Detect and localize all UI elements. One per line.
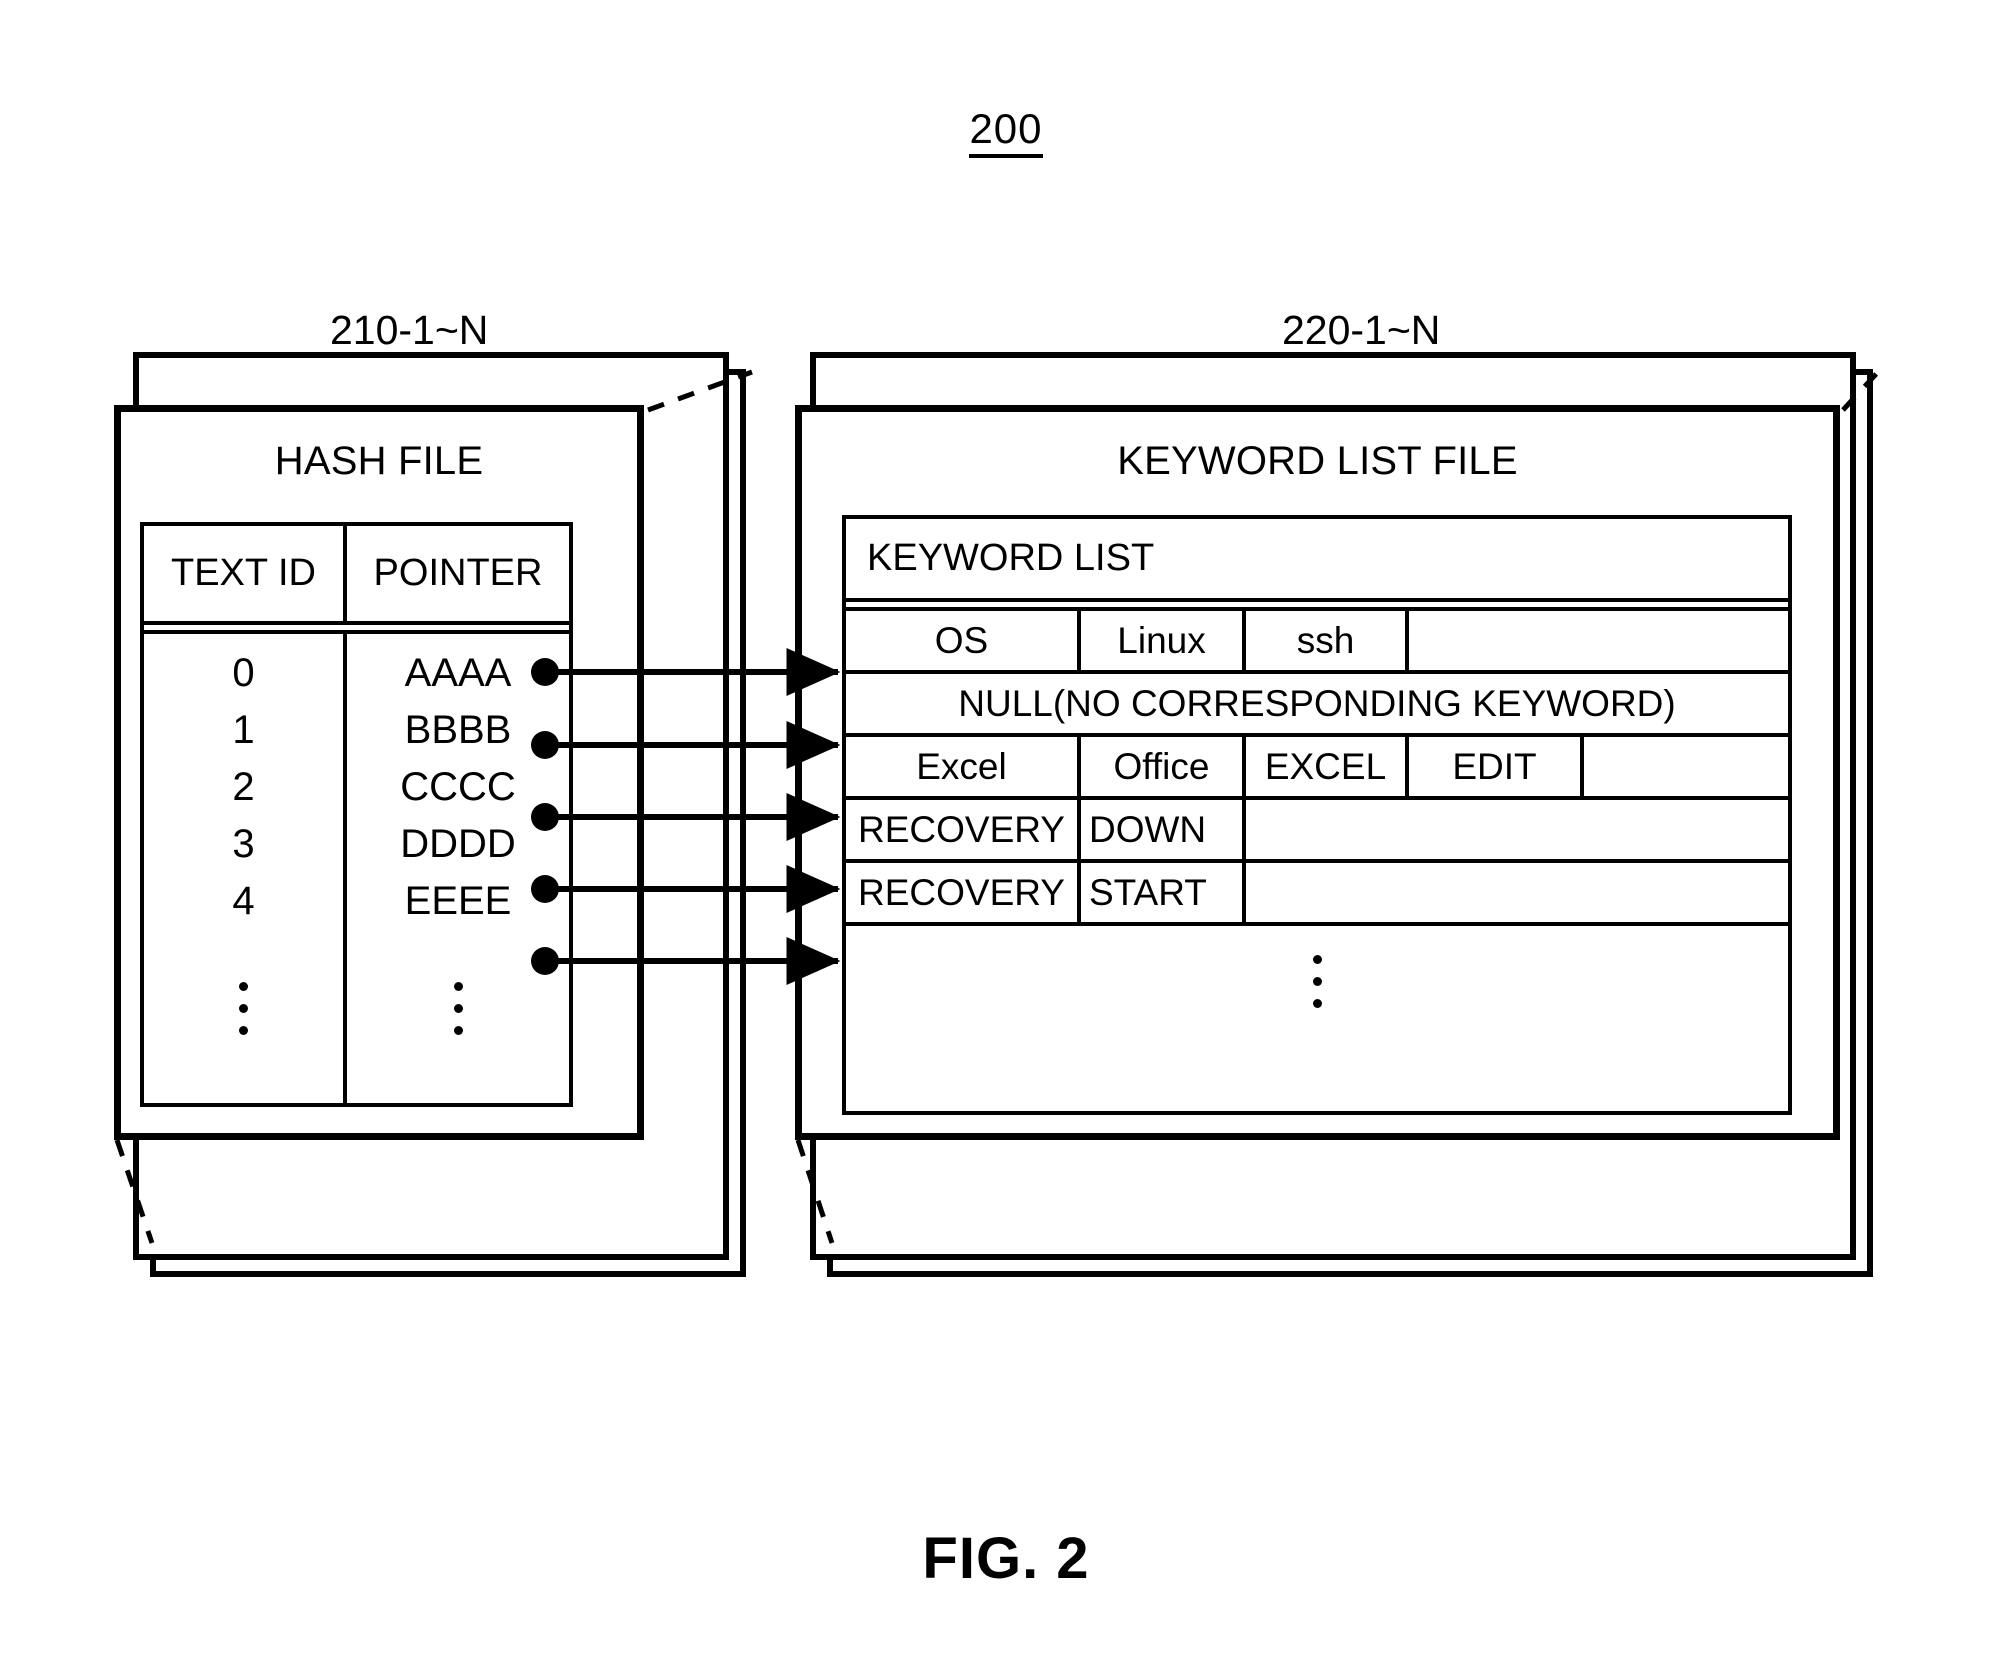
keyword-cell: ssh — [1246, 611, 1409, 670]
keyword-cell: Excel — [846, 737, 1081, 796]
hash-file-panel: HASH FILE TEXT ID POINTER 0 1 2 3 4 AAAA… — [114, 405, 644, 1140]
pointer-value: BBBB — [404, 708, 512, 752]
hash-table-body: 0 1 2 3 4 AAAA BBBB CCCC DDDD EEEE — [144, 634, 569, 1107]
hash-pointer-ellipsis — [347, 948, 569, 1068]
hash-column-header-text-id: TEXT ID — [171, 552, 316, 594]
callout-label-keyword-file: 220-1~N — [1282, 307, 1441, 353]
figure-caption: FIG. 2 — [922, 1526, 1090, 1591]
table-row: CCCC — [347, 759, 569, 816]
hash-file-table: TEXT ID POINTER 0 1 2 3 4 AAAA BBBB CCCC… — [140, 522, 573, 1107]
keyword-cell: EXCEL — [1246, 737, 1409, 796]
hash-file-title: HASH FILE — [274, 439, 484, 483]
keyword-cell-null: NULL(NO CORRESPONDING KEYWORD) — [958, 682, 1676, 724]
keyword-cell: DOWN — [1081, 800, 1246, 859]
table-row: RECOVERY DOWN — [846, 800, 1788, 863]
keyword-cell: RECOVERY — [846, 800, 1081, 859]
keyword-cell: START — [1081, 863, 1246, 922]
keyword-list-table: KEYWORD LIST OS Linux ssh NULL(NO CORRES… — [842, 515, 1792, 1115]
pointer-value: CCCC — [400, 765, 516, 809]
hash-table-header-separator — [144, 625, 569, 634]
table-row: AAAA — [347, 645, 569, 702]
pointer-value: EEEE — [404, 879, 512, 923]
table-row: 1 — [232, 708, 255, 752]
keyword-cell-empty — [1246, 863, 1788, 922]
keyword-cell: RECOVERY — [846, 863, 1081, 922]
table-row: EEEE — [347, 873, 569, 930]
pointer-value: AAAA — [404, 651, 512, 695]
keyword-cell: EDIT — [1409, 737, 1584, 796]
table-row: OS Linux ssh — [846, 611, 1788, 674]
table-row: NULL(NO CORRESPONDING KEYWORD) — [846, 674, 1788, 737]
hash-column-header-pointer: POINTER — [343, 526, 569, 621]
keyword-list-section-header: KEYWORD LIST — [846, 519, 1788, 602]
keyword-cell-empty — [1584, 737, 1788, 796]
pointer-value: DDDD — [400, 822, 516, 866]
keyword-cell: OS — [846, 611, 1081, 670]
keyword-list-ellipsis — [846, 926, 1788, 1036]
hash-column-text-id: 0 1 2 3 4 — [144, 634, 343, 1107]
table-row: 3 — [232, 822, 255, 866]
figure-reference-value: 200 — [969, 105, 1043, 158]
figure-reference-number: 200 — [0, 105, 2012, 158]
table-row: Excel Office EXCEL EDIT — [846, 737, 1788, 800]
hash-column-pointer: AAAA BBBB CCCC DDDD EEEE — [343, 634, 569, 1107]
keyword-cell-empty — [1246, 800, 1788, 859]
keyword-list-file-panel: KEYWORD LIST FILE KEYWORD LIST OS Linux … — [795, 405, 1840, 1140]
keyword-list-file-title: KEYWORD LIST FILE — [1117, 439, 1518, 483]
keyword-list-header-separator — [846, 602, 1788, 611]
keyword-cell: Linux — [1081, 611, 1246, 670]
keyword-cell: Office — [1081, 737, 1246, 796]
hash-table-header-row: TEXT ID POINTER — [144, 526, 569, 625]
table-row: BBBB — [347, 702, 569, 759]
hash-text-id-ellipsis — [144, 948, 343, 1068]
table-row: RECOVERY START — [846, 863, 1788, 926]
keyword-cell-empty — [1409, 611, 1788, 670]
table-row: DDDD — [347, 816, 569, 873]
table-row: 2 — [232, 765, 255, 809]
table-row: 4 — [232, 879, 255, 923]
table-row: 0 — [232, 651, 255, 695]
callout-label-hash-file: 210-1~N — [330, 307, 489, 353]
